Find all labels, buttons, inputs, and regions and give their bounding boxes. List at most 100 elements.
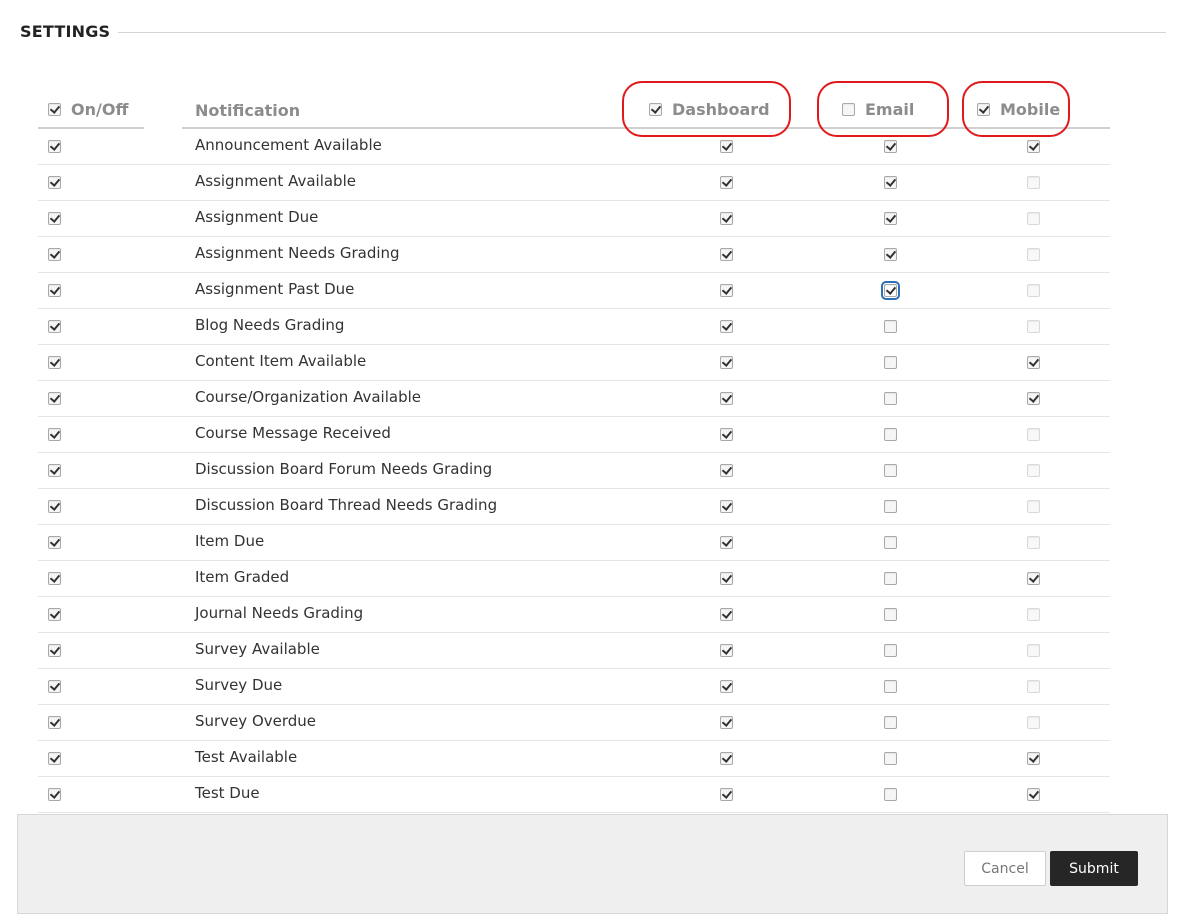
notification-name: Assignment Due	[195, 208, 319, 226]
table-row: Blog Needs Grading	[0, 309, 1188, 345]
row-onoff-checkbox[interactable]	[48, 644, 61, 657]
row-mobile-checkbox	[1027, 536, 1040, 549]
row-email-checkbox[interactable]	[884, 428, 897, 441]
table-row: Item Due	[0, 525, 1188, 561]
row-email-checkbox[interactable]	[884, 752, 897, 765]
row-mobile-checkbox	[1027, 680, 1040, 693]
row-email-checkbox[interactable]	[884, 140, 897, 153]
row-onoff-checkbox[interactable]	[48, 536, 61, 549]
row-onoff-checkbox[interactable]	[48, 608, 61, 621]
row-dashboard-checkbox[interactable]	[720, 644, 733, 657]
notification-name: Item Graded	[195, 568, 290, 586]
row-mobile-checkbox[interactable]	[1027, 140, 1040, 153]
row-dashboard-checkbox[interactable]	[720, 536, 733, 549]
settings-header: SETTINGS	[20, 18, 1166, 48]
row-dashboard-checkbox[interactable]	[720, 788, 733, 801]
onoff-all-checkbox[interactable]	[48, 103, 61, 116]
row-email-checkbox[interactable]	[884, 500, 897, 513]
table-row: Item Graded	[0, 561, 1188, 597]
row-dashboard-checkbox[interactable]	[720, 176, 733, 189]
row-mobile-checkbox[interactable]	[1027, 392, 1040, 405]
notification-name: Announcement Available	[195, 136, 382, 154]
notification-name: Discussion Board Forum Needs Grading	[195, 460, 493, 478]
notification-name: Item Due	[195, 532, 265, 550]
dashboard-all-checkbox[interactable]	[649, 103, 662, 116]
row-email-checkbox[interactable]	[884, 176, 897, 189]
row-onoff-checkbox[interactable]	[48, 716, 61, 729]
table-row: Survey Overdue	[0, 705, 1188, 741]
row-dashboard-checkbox[interactable]	[720, 608, 733, 621]
row-onoff-checkbox[interactable]	[48, 428, 61, 441]
row-dashboard-checkbox[interactable]	[720, 572, 733, 585]
row-mobile-checkbox[interactable]	[1027, 572, 1040, 585]
row-mobile-checkbox[interactable]	[1027, 752, 1040, 765]
row-onoff-checkbox[interactable]	[48, 464, 61, 477]
row-email-checkbox[interactable]	[884, 788, 897, 801]
row-divider	[38, 812, 182, 813]
row-dashboard-checkbox[interactable]	[720, 464, 733, 477]
row-email-checkbox[interactable]	[884, 536, 897, 549]
row-email-checkbox[interactable]	[884, 212, 897, 225]
row-dashboard-checkbox[interactable]	[720, 500, 733, 513]
notification-name: Journal Needs Grading	[195, 604, 364, 622]
row-mobile-checkbox[interactable]	[1027, 788, 1040, 801]
row-dashboard-checkbox[interactable]	[720, 392, 733, 405]
row-mobile-checkbox[interactable]	[1027, 356, 1040, 369]
notification-name: Content Item Available	[195, 352, 367, 370]
row-onoff-checkbox[interactable]	[48, 248, 61, 261]
row-dashboard-checkbox[interactable]	[720, 752, 733, 765]
row-onoff-checkbox[interactable]	[48, 356, 61, 369]
row-dashboard-checkbox[interactable]	[720, 320, 733, 333]
row-dashboard-checkbox[interactable]	[720, 680, 733, 693]
row-email-checkbox[interactable]	[884, 320, 897, 333]
row-email-checkbox[interactable]	[884, 680, 897, 693]
table-row: Assignment Due	[0, 201, 1188, 237]
row-onoff-checkbox[interactable]	[48, 752, 61, 765]
email-column-label: Email	[865, 100, 915, 119]
row-onoff-checkbox[interactable]	[48, 392, 61, 405]
row-email-checkbox[interactable]	[884, 608, 897, 621]
row-dashboard-checkbox[interactable]	[720, 428, 733, 441]
row-email-checkbox[interactable]	[884, 464, 897, 477]
email-all-checkbox[interactable]	[842, 103, 855, 116]
notification-name: Discussion Board Thread Needs Grading	[195, 496, 498, 514]
notification-name: Course/Organization Available	[195, 388, 421, 406]
row-mobile-checkbox	[1027, 716, 1040, 729]
row-dashboard-checkbox[interactable]	[720, 284, 733, 297]
row-onoff-checkbox[interactable]	[48, 788, 61, 801]
mobile-all-checkbox[interactable]	[977, 103, 990, 116]
row-mobile-checkbox	[1027, 464, 1040, 477]
row-dashboard-checkbox[interactable]	[720, 212, 733, 225]
row-dashboard-checkbox[interactable]	[720, 356, 733, 369]
row-onoff-checkbox[interactable]	[48, 284, 61, 297]
mobile-column-label: Mobile	[1000, 100, 1061, 119]
row-email-checkbox[interactable]	[884, 572, 897, 585]
row-onoff-checkbox[interactable]	[48, 176, 61, 189]
row-onoff-checkbox[interactable]	[48, 500, 61, 513]
row-onoff-checkbox[interactable]	[48, 212, 61, 225]
row-email-checkbox[interactable]	[884, 392, 897, 405]
row-onoff-checkbox[interactable]	[48, 320, 61, 333]
row-dashboard-checkbox[interactable]	[720, 140, 733, 153]
submit-button[interactable]: Submit	[1050, 851, 1138, 886]
row-email-checkbox[interactable]	[884, 716, 897, 729]
notification-name: Test Due	[195, 784, 260, 802]
row-onoff-checkbox[interactable]	[48, 572, 61, 585]
row-onoff-checkbox[interactable]	[48, 140, 61, 153]
row-mobile-checkbox	[1027, 608, 1040, 621]
row-mobile-checkbox	[1027, 284, 1040, 297]
notification-name: Assignment Available	[195, 172, 356, 190]
table-row: Announcement Available	[0, 129, 1188, 165]
cancel-button[interactable]: Cancel	[964, 851, 1046, 886]
row-dashboard-checkbox[interactable]	[720, 716, 733, 729]
row-email-checkbox[interactable]	[884, 644, 897, 657]
row-divider	[632, 812, 1110, 813]
row-dashboard-checkbox[interactable]	[720, 248, 733, 261]
row-mobile-checkbox	[1027, 500, 1040, 513]
row-email-checkbox[interactable]	[884, 356, 897, 369]
section-divider	[118, 32, 1166, 33]
row-onoff-checkbox[interactable]	[48, 680, 61, 693]
row-email-checkbox[interactable]	[884, 248, 897, 261]
row-email-checkbox[interactable]	[881, 281, 900, 300]
table-row: Assignment Needs Grading	[0, 237, 1188, 273]
